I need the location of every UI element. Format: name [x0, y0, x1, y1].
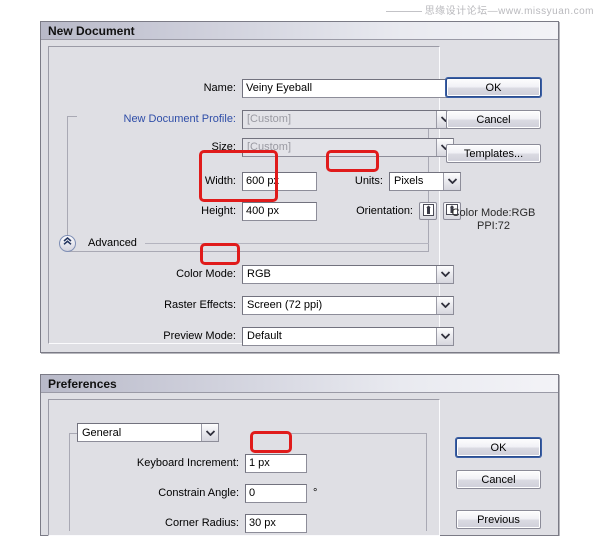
new-document-body: Name: Veiny Eyeball New Document Profile…: [41, 40, 558, 351]
preferences-group-line-top-left: [69, 433, 77, 434]
profile-group-line-left: [67, 116, 68, 252]
constrain-angle-input[interactable]: 0: [245, 483, 307, 503]
row-name: Name: Veiny Eyeball: [151, 78, 454, 98]
chevron-down-icon[interactable]: [443, 172, 460, 190]
preview-mode-value: Default: [247, 330, 282, 342]
orientation-label: Orientation:: [356, 205, 413, 217]
height-label: Height:: [201, 205, 236, 217]
new-document-templates-button[interactable]: Templates...: [446, 144, 541, 163]
preferences-cancel-button[interactable]: Cancel: [456, 470, 541, 489]
new-document-dialog: New Document Name: Veiny Eyeball New Doc…: [40, 21, 559, 353]
raster-effects-value: Screen (72 ppi): [247, 299, 323, 311]
color-mode-combo[interactable]: RGB: [242, 264, 454, 284]
keyboard-increment-input[interactable]: 1 px: [245, 453, 307, 473]
chevron-down-icon[interactable]: [436, 265, 453, 283]
advanced-section-divider: [144, 242, 429, 244]
size-combo[interactable]: [Custom]: [242, 137, 454, 157]
new-document-cancel-button[interactable]: Cancel: [446, 110, 541, 129]
corner-radius-value: 30 px: [249, 517, 276, 529]
preferences-body: General Keyboard Increment: 1 px Constra…: [41, 393, 558, 536]
document-profile-value: [Custom]: [247, 113, 292, 125]
info-ppi: PPI:72: [476, 220, 511, 232]
width-input-value: 600 px: [246, 175, 280, 187]
color-mode-label: Color Mode:: [176, 268, 236, 280]
preferences-cancel-label: Cancel: [481, 473, 516, 486]
chevron-down-icon[interactable]: [436, 296, 453, 314]
row-color-mode: Color Mode: RGB: [151, 264, 454, 284]
watermark-text: 思缘设计论坛—www.missyuan.com: [424, 6, 594, 17]
units-label: Units:: [354, 175, 383, 187]
row-width: Width: 600 px Units: Pixels: [151, 171, 461, 191]
preferences-titlebar: Preferences: [41, 375, 558, 393]
new-document-ok-button[interactable]: OK: [446, 78, 541, 97]
preview-mode-combo[interactable]: Default: [242, 326, 454, 346]
preferences-ok-button[interactable]: OK: [456, 438, 541, 457]
keyboard-increment-label: Keyboard Increment:: [136, 457, 239, 469]
size-label: Size:: [211, 141, 236, 153]
portrait-orientation-button[interactable]: [419, 202, 437, 220]
watermark: 思缘设计论坛—www.missyuan.com: [385, 2, 594, 17]
preferences-title: Preferences: [48, 376, 117, 391]
name-label: Name:: [203, 82, 236, 94]
preferences-group-line-left: [69, 433, 70, 531]
advanced-section-header[interactable]: Advanced: [59, 233, 429, 253]
info-color-mode: Color Mode:RGB: [451, 207, 536, 219]
document-profile-combo[interactable]: [Custom]: [242, 109, 454, 129]
units-combo[interactable]: Pixels: [389, 171, 461, 191]
color-mode-value: RGB: [247, 268, 271, 280]
width-label: Width:: [204, 175, 236, 187]
name-input[interactable]: Veiny Eyeball: [242, 78, 454, 98]
advanced-collapse-button[interactable]: [59, 234, 76, 252]
new-document-info: Color Mode:RGB PPI:72: [446, 207, 541, 233]
new-document-ok-label: OK: [485, 81, 502, 94]
row-height: Height: 400 px Orientation:: [151, 201, 461, 221]
preferences-previous-label: Previous: [477, 513, 520, 526]
units-value: Pixels: [394, 175, 424, 187]
new-document-cancel-label: Cancel: [476, 113, 511, 126]
preferences-category-value: General: [82, 426, 122, 439]
new-document-templates-label: Templates...: [463, 147, 524, 160]
row-raster-effects: Raster Effects: Screen (72 ppi): [151, 295, 454, 315]
keyboard-increment-value: 1 px: [249, 457, 270, 469]
portrait-orientation-icon: [422, 203, 434, 219]
preferences-category-combo[interactable]: General: [77, 423, 219, 442]
size-value: [Custom]: [247, 141, 292, 153]
row-constrain-angle: Constrain Angle: 0 °: [121, 483, 317, 503]
name-input-value: Veiny Eyeball: [246, 82, 313, 94]
preferences-group-line-right: [426, 433, 427, 531]
chevron-down-icon[interactable]: [201, 424, 218, 441]
preferences-dialog: Preferences General Keyboard Increment: …: [40, 374, 559, 536]
preview-mode-label: Preview Mode:: [163, 330, 236, 342]
new-document-titlebar: New Document: [41, 22, 558, 40]
constrain-angle-label: Constrain Angle:: [158, 487, 239, 499]
constrain-angle-unit: °: [313, 487, 318, 499]
watermark-rule: [385, 10, 422, 12]
constrain-angle-value: 0: [249, 487, 256, 499]
chevron-double-up-icon: [63, 237, 72, 249]
raster-effects-combo[interactable]: Screen (72 ppi): [242, 295, 454, 315]
row-preview-mode: Preview Mode: Default: [151, 326, 454, 346]
row-keyboard-increment: Keyboard Increment: 1 px: [121, 453, 307, 473]
height-input[interactable]: 400 px: [242, 201, 317, 221]
height-input-value: 400 px: [246, 205, 280, 217]
document-profile-label[interactable]: New Document Profile:: [76, 113, 242, 125]
row-corner-radius: Corner Radius: 30 px: [121, 513, 307, 533]
new-document-title: New Document: [48, 23, 135, 38]
raster-effects-label: Raster Effects:: [164, 299, 236, 311]
advanced-section-label: Advanced: [88, 237, 137, 249]
row-size: Size: [Custom]: [151, 137, 454, 157]
preferences-previous-button[interactable]: Previous: [456, 510, 541, 529]
preferences-ok-label: OK: [490, 441, 507, 454]
width-input[interactable]: 600 px: [242, 171, 317, 191]
preferences-group-line-top-right: [267, 433, 427, 434]
row-document-profile: New Document Profile: [Custom]: [76, 109, 454, 129]
chevron-down-icon[interactable]: [436, 327, 453, 345]
corner-radius-label: Corner Radius:: [165, 517, 239, 529]
